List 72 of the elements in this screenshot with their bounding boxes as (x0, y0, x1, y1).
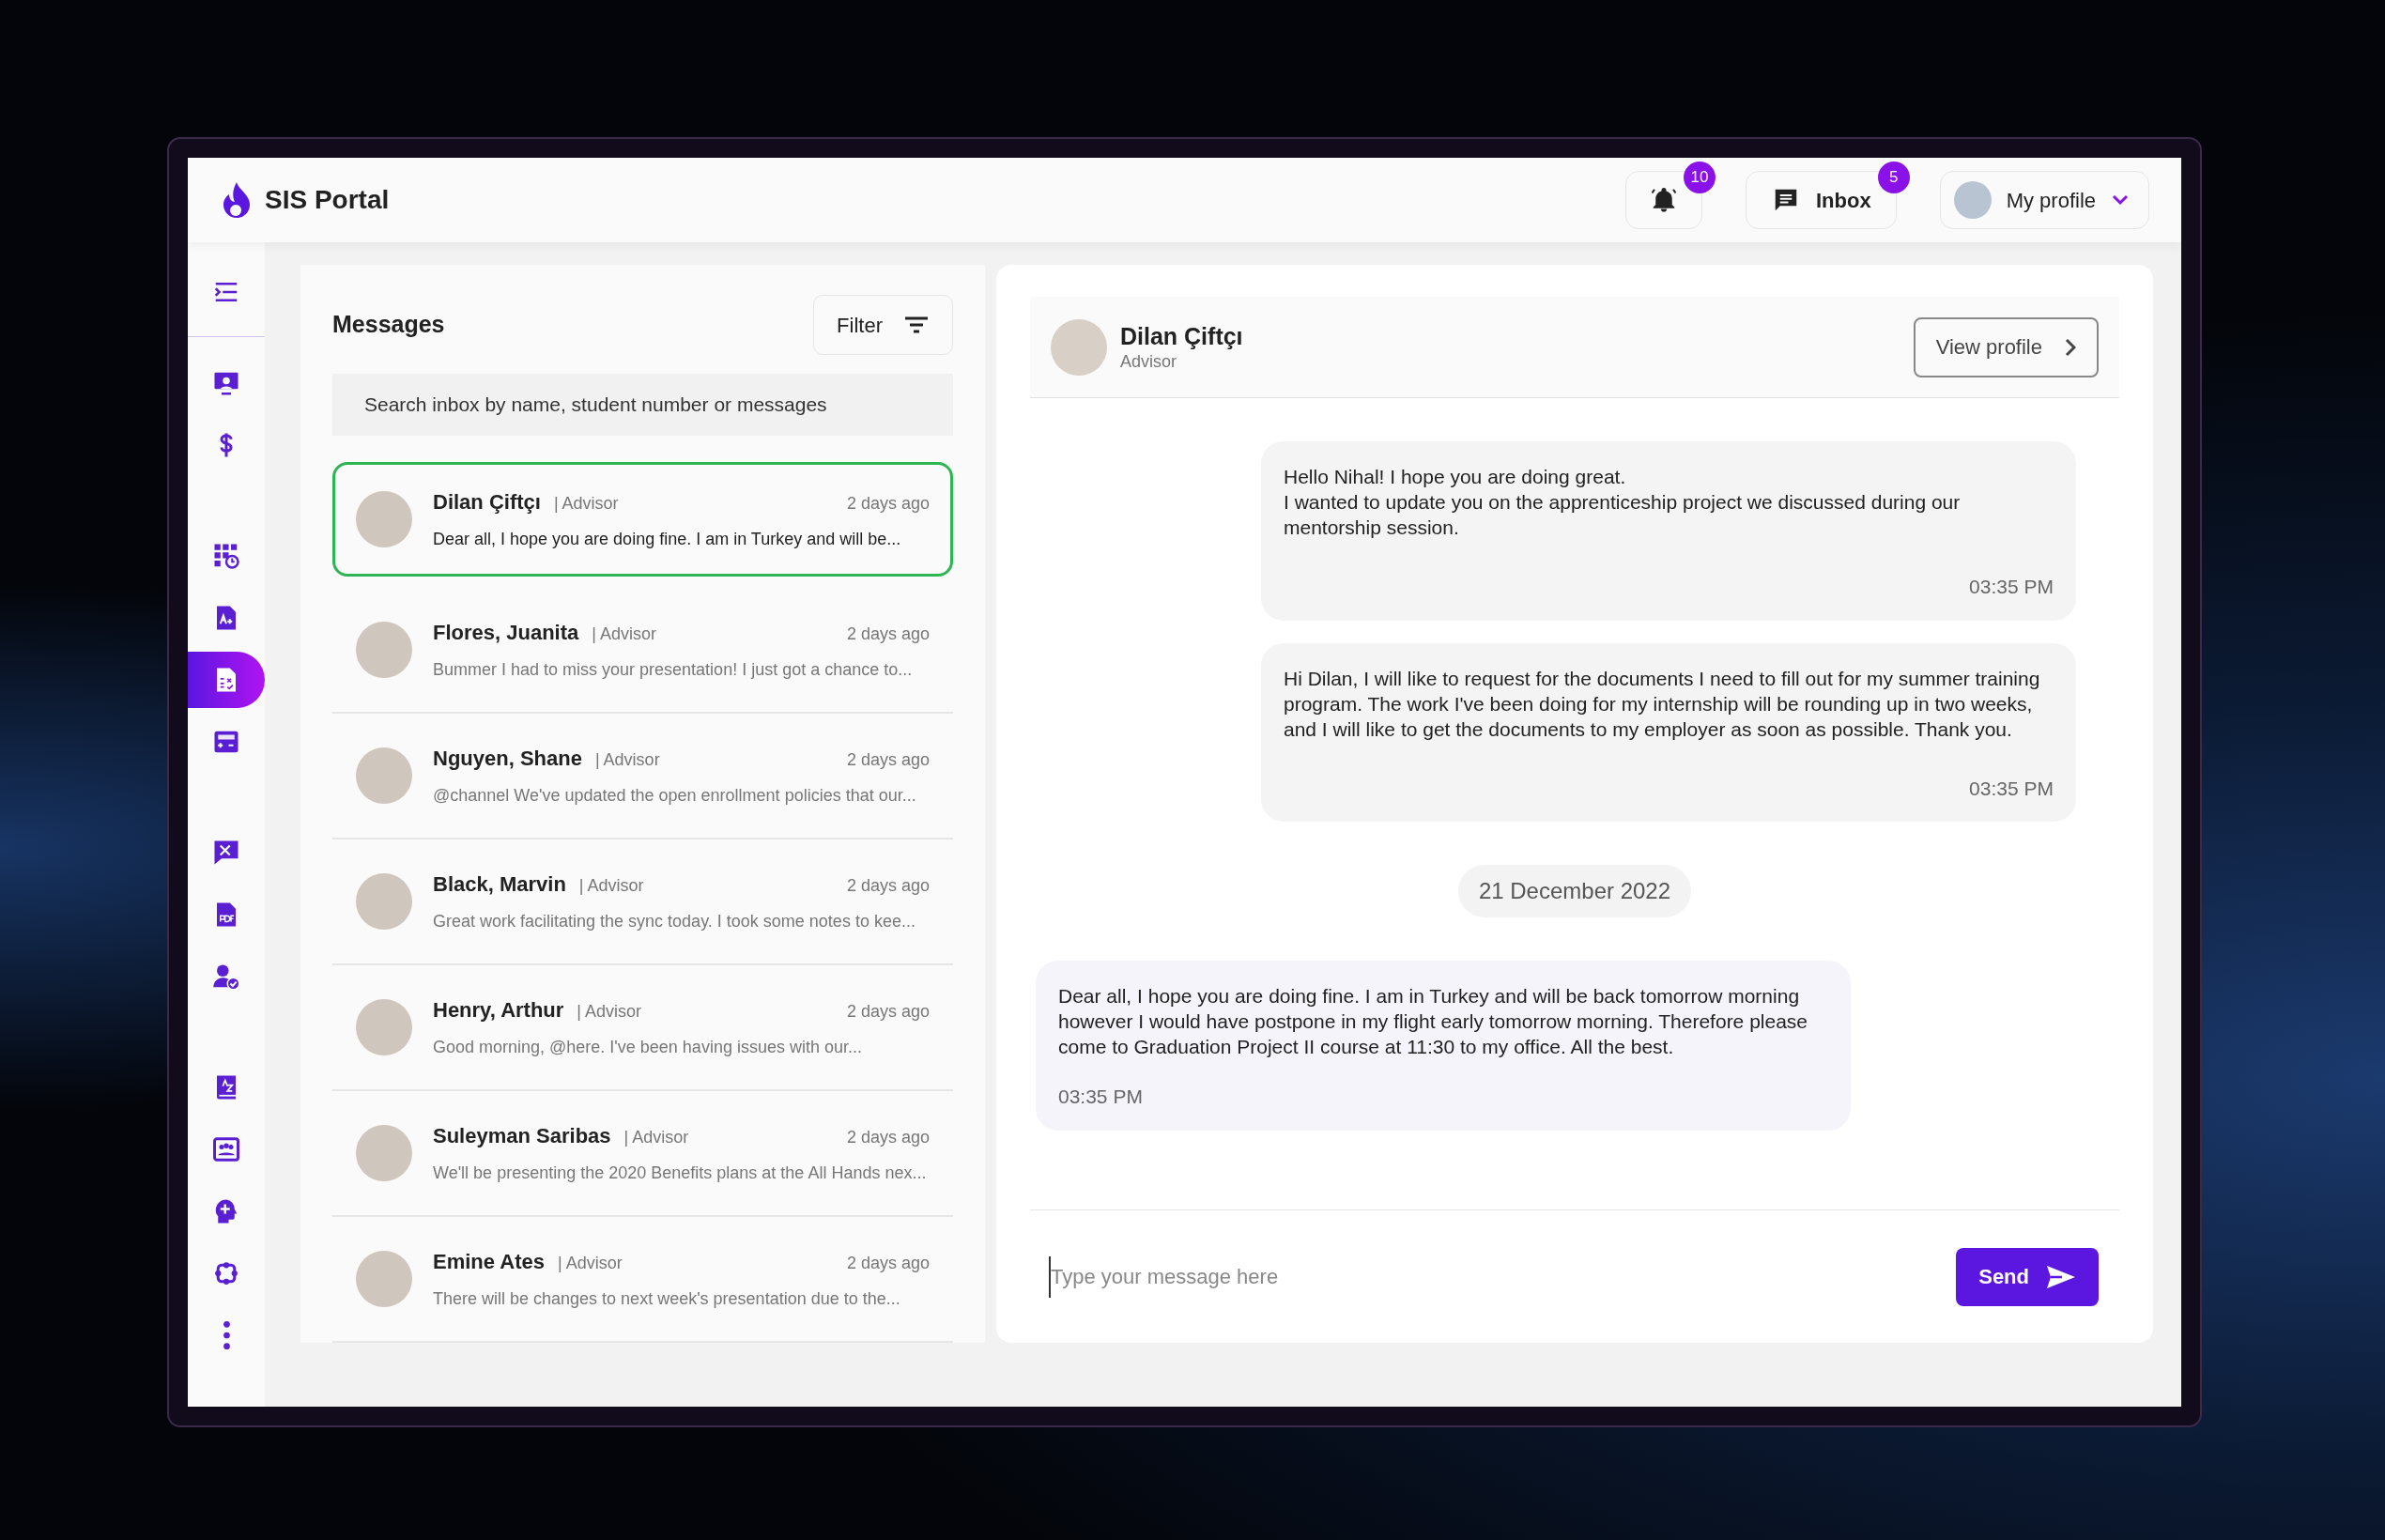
inbox-count-badge: 5 (1877, 162, 1910, 193)
message-time: 2 days ago (846, 875, 930, 897)
group-board-icon (212, 1135, 240, 1163)
message-time: 03:35 PM (1969, 575, 2054, 599)
message-time: 2 days ago (846, 624, 930, 645)
avatar (356, 1251, 412, 1307)
message-time: 03:35 PM (1058, 1085, 1143, 1109)
notification-count-badge: 10 (1683, 162, 1716, 193)
message-preview: Great work facilitating the sync today. I took some notes to kee... (433, 911, 916, 932)
message-time: 2 days ago (846, 1127, 930, 1148)
contact-name: Dilan Çiftçı (1120, 321, 1243, 351)
sender-role: | Advisor (553, 493, 619, 515)
sender-role: | Advisor (578, 875, 644, 897)
avatar (356, 491, 412, 547)
conversation-item[interactable]: Henry, Arthur | Advisor 2 days ago Good morning, @here. I've been having issues with our... (332, 965, 953, 1091)
message-text: Hello Nihal! I hope you are doing great. I wanted to update you on the apprenticeship project we discussed during our mentorship session. (1284, 465, 1962, 540)
more-vertical-icon (223, 1321, 230, 1349)
message-preview: Good morning, @here. I've been having issues with our... (433, 1037, 863, 1058)
chevron-right-icon (2065, 337, 2076, 357)
profile-menu-button[interactable]: My profile (1939, 171, 2149, 229)
message-time: 2 days ago (846, 1001, 930, 1023)
conversation-item[interactable]: Suleyman Saribas | Advisor 2 days ago We'll be presenting the 2020 Benefits plans at the All Hands nex... (332, 1091, 953, 1217)
sender-name: Henry, Arthur (433, 997, 564, 1024)
app-title: SIS Portal (265, 184, 390, 216)
sender-name: Dilan Çiftçı (433, 489, 541, 516)
message-time: 2 days ago (846, 493, 930, 515)
avatar (356, 999, 412, 1055)
avatar (356, 873, 412, 930)
avatar (356, 747, 412, 804)
chevron-down-icon (2111, 193, 2130, 207)
avatar (1953, 181, 1992, 219)
message-preview: We'll be presenting the 2020 Benefits plans at the All Hands nex... (433, 1163, 928, 1184)
filter-button[interactable]: Filter (813, 295, 953, 355)
grid-clock-icon (212, 542, 240, 570)
message-time: 2 days ago (846, 749, 930, 771)
sender-role: | Advisor (623, 1127, 689, 1148)
message-input[interactable]: Type your message here (1049, 1255, 1957, 1298)
conversation-item[interactable]: Emine Ates | Advisor 2 days ago There will be changes to next week's presentation due to the... (332, 1217, 953, 1343)
date-separator: 21 December 2022 (1457, 865, 1692, 917)
message-time: 03:35 PM (1969, 776, 2054, 801)
conversation-item[interactable]: Black, Marvin | Advisor 2 days ago Great work facilitating the sync today. I took some notes to kee... (332, 839, 953, 965)
avatar (356, 622, 412, 678)
connected-nodes-icon (212, 1259, 240, 1287)
message-preview: There will be changes to next week's presentation due to the... (433, 1288, 901, 1310)
view-profile-button[interactable]: View profile (1913, 316, 2099, 377)
message-text: Hi Dilan, I will like to request for the documents I need to fill out for my summer training program. The work I've been doing for my internship will be rounding up in two weeks, and I will like to get the documents to my employer as soon as possible. Thank you. (1284, 666, 2041, 742)
message-preview: Dear all, I hope you are doing fine. I am in Turkey and will be... (433, 529, 902, 550)
search-field[interactable]: Search inbox by name, student number or messages (332, 374, 953, 436)
panel-title: Messages (332, 310, 445, 340)
sender-role: | Advisor (594, 749, 660, 771)
conversation-item[interactable]: Dilan Çiftçı | Advisor 2 days ago Dear all, I hope you are doing fine. I am in Turkey and will be... (332, 462, 953, 577)
conversation-item[interactable]: Nguyen, Shane | Advisor 2 days ago @channel We've updated the open enrollment policies that our... (332, 714, 953, 839)
sender-role: | Advisor (592, 624, 656, 645)
filter-icon (903, 316, 930, 334)
sender-name: Flores, Juanita (433, 620, 579, 646)
sender-name: Suleyman Saribas (433, 1123, 611, 1149)
message-preview: @channel We've updated the open enrollment policies that our... (433, 785, 917, 807)
sender-name: Nguyen, Shane (433, 746, 582, 772)
message-text: Dear all, I hope you are doing fine. I am in Turkey and will be back tomorrow morning however I would have postpone in my flight early tomorrow morning. Therefore please come to Graduation Project II course at 11:30 to my office. All the best. (1058, 984, 1809, 1059)
sidebar-item[interactable] (188, 652, 265, 708)
avatar (356, 1125, 412, 1181)
sender-name: Black, Marvin (433, 871, 566, 898)
send-icon (2046, 1264, 2076, 1289)
conversation-item[interactable]: Flores, Juanita | Advisor 2 days ago Bummer I had to miss your presentation! I just got a chance to... (332, 588, 953, 714)
sender-role: | Advisor (577, 1001, 642, 1023)
message-preview: Bummer I had to miss your presentation! I just got a chance to... (433, 659, 914, 681)
contact-role: Advisor (1120, 350, 1178, 373)
user-check-icon (212, 962, 240, 991)
message-time: 2 days ago (846, 1253, 930, 1274)
sender-role: | Advisor (558, 1253, 623, 1274)
send-button[interactable]: Send (1956, 1247, 2099, 1306)
sender-name: Emine Ates (433, 1249, 545, 1275)
